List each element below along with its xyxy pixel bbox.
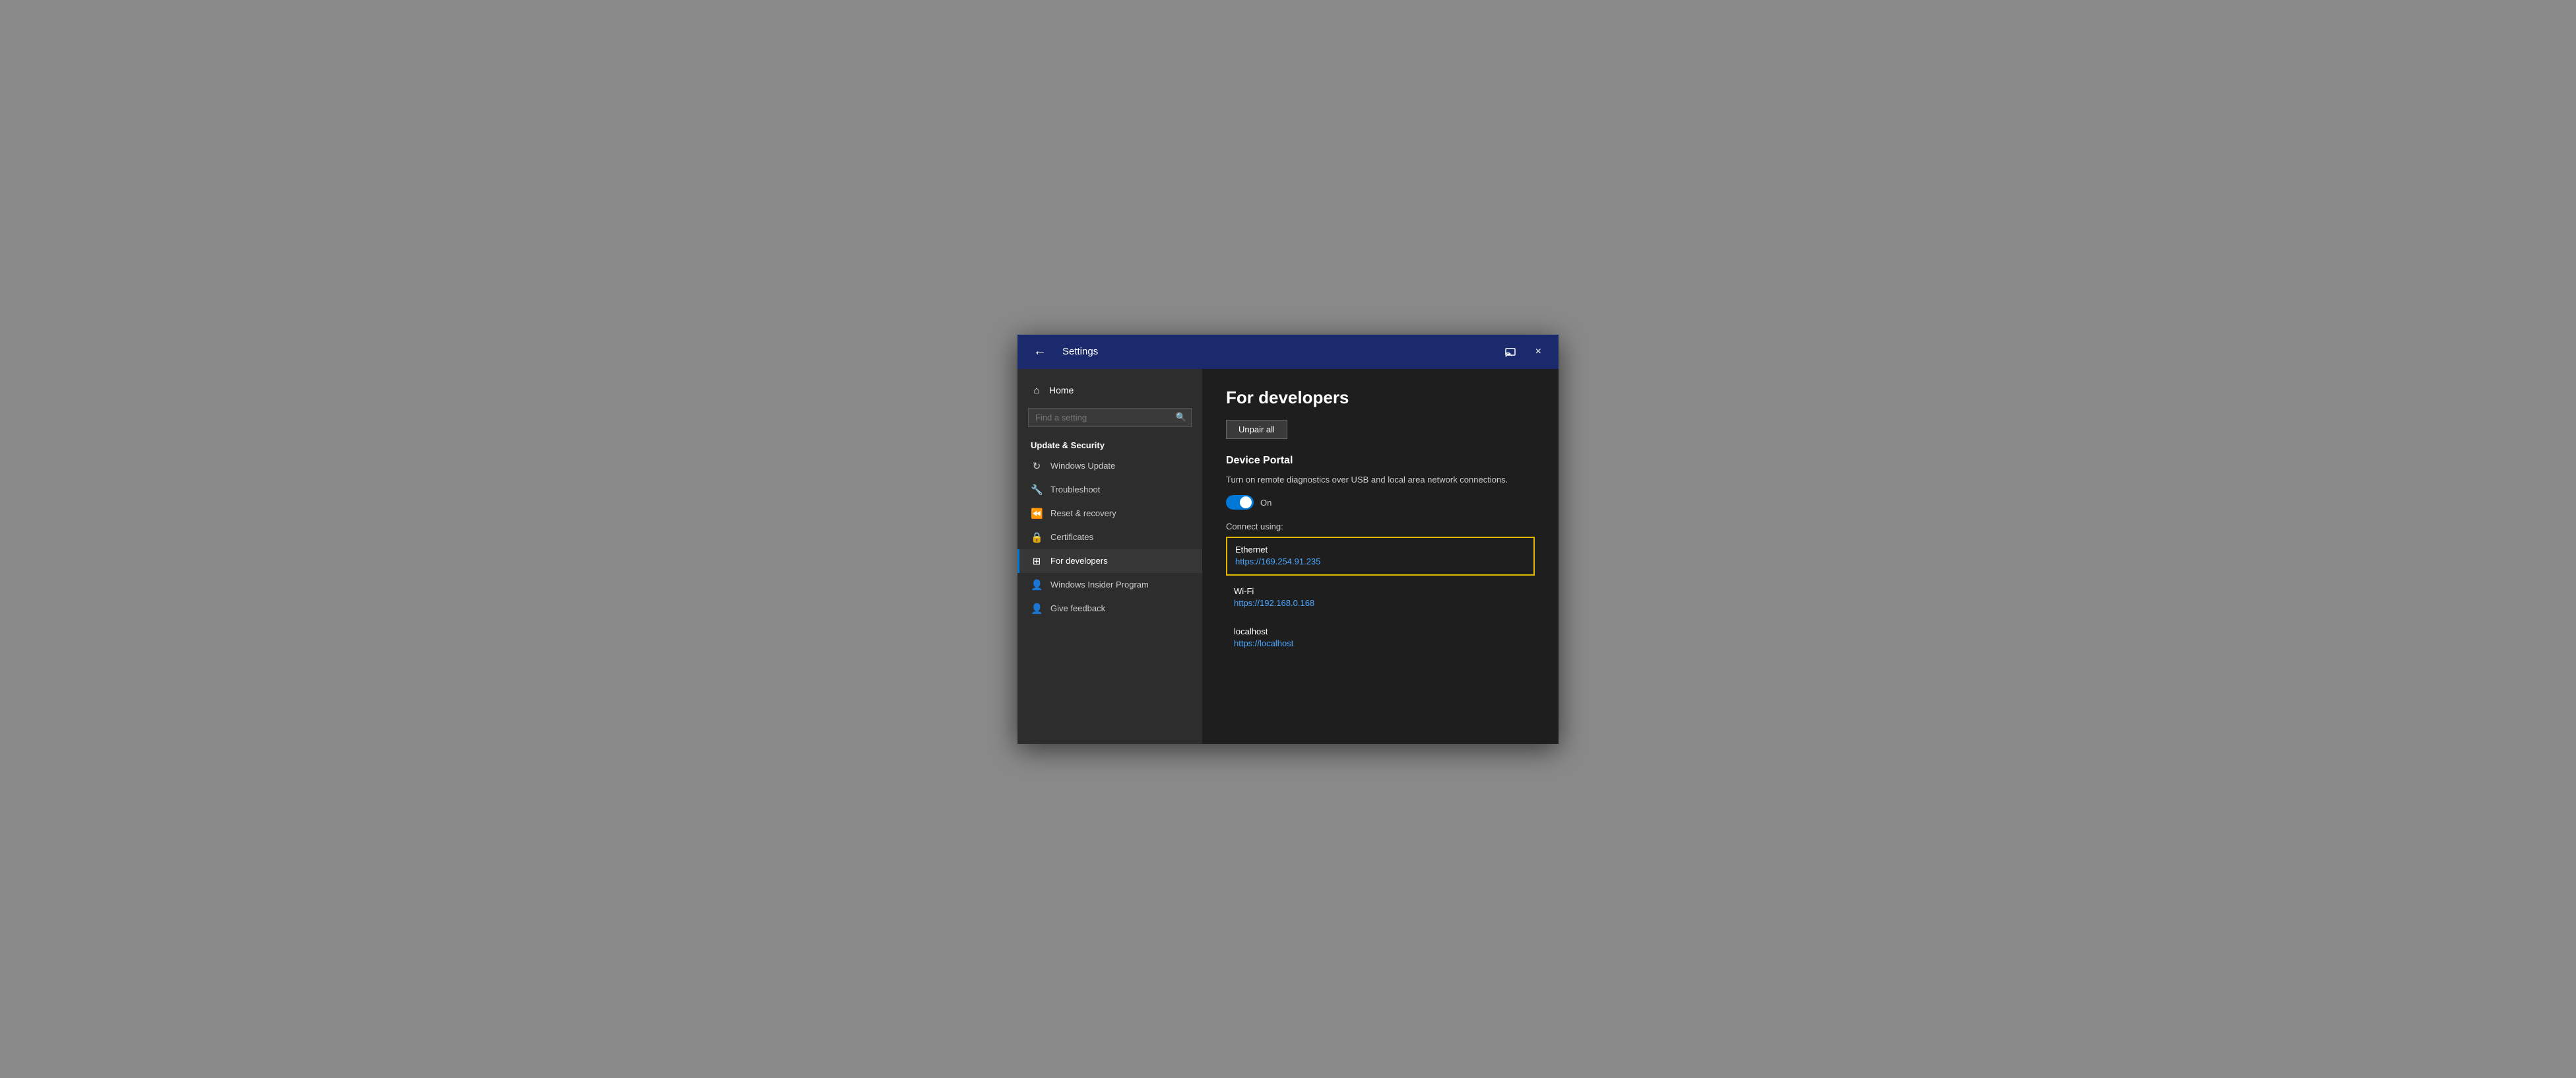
connection-localhost: localhost https://localhost bbox=[1226, 620, 1535, 656]
insider-icon: 👤 bbox=[1031, 579, 1043, 591]
localhost-url[interactable]: https://localhost bbox=[1234, 638, 1293, 648]
window-body: ⌂ Home 🔍 Update & Security ↻ Windows Upd… bbox=[1017, 369, 1559, 744]
cast-icon bbox=[1505, 346, 1517, 358]
back-button[interactable]: ← bbox=[1028, 341, 1052, 362]
sidebar-item-label: Troubleshoot bbox=[1050, 485, 1100, 494]
feedback-icon: 👤 bbox=[1031, 603, 1043, 615]
sidebar-item-troubleshoot[interactable]: 🔧 Troubleshoot bbox=[1017, 478, 1202, 502]
sidebar-item-certificates[interactable]: 🔒 Certificates bbox=[1017, 525, 1202, 549]
diagnostics-toggle[interactable] bbox=[1226, 495, 1254, 510]
ethernet-name: Ethernet bbox=[1235, 545, 1526, 555]
home-label: Home bbox=[1049, 385, 1074, 395]
settings-window: ← Settings × ⌂ Home 🔍 bbox=[1017, 335, 1559, 744]
sidebar-section-label: Update & Security bbox=[1017, 434, 1202, 454]
localhost-name: localhost bbox=[1234, 626, 1527, 636]
reset-icon: ⏪ bbox=[1031, 508, 1043, 520]
main-content: For developers Unpair all Device Portal … bbox=[1202, 369, 1559, 744]
sidebar-item-windows-insider[interactable]: 👤 Windows Insider Program bbox=[1017, 573, 1202, 597]
connect-label: Connect using: bbox=[1226, 522, 1535, 531]
device-portal-description: Turn on remote diagnostics over USB and … bbox=[1226, 473, 1535, 487]
sidebar-item-reset-recovery[interactable]: ⏪ Reset & recovery bbox=[1017, 502, 1202, 525]
device-portal-title: Device Portal bbox=[1226, 455, 1535, 467]
certificates-icon: 🔒 bbox=[1031, 531, 1043, 543]
toggle-row: On bbox=[1226, 495, 1535, 510]
developers-icon: ⊞ bbox=[1031, 555, 1043, 567]
sidebar-item-label: Reset & recovery bbox=[1050, 508, 1116, 518]
sidebar-item-windows-update[interactable]: ↻ Windows Update bbox=[1017, 454, 1202, 478]
toggle-label: On bbox=[1260, 498, 1272, 508]
search-input[interactable] bbox=[1028, 408, 1192, 427]
sidebar: ⌂ Home 🔍 Update & Security ↻ Windows Upd… bbox=[1017, 369, 1202, 744]
close-button[interactable]: × bbox=[1529, 343, 1548, 360]
sidebar-item-home[interactable]: ⌂ Home bbox=[1017, 380, 1202, 401]
search-icon: 🔍 bbox=[1176, 412, 1186, 422]
titlebar: ← Settings × bbox=[1017, 335, 1559, 369]
wifi-name: Wi-Fi bbox=[1234, 586, 1527, 596]
windows-update-icon: ↻ bbox=[1031, 460, 1043, 472]
toggle-knob bbox=[1240, 496, 1252, 508]
connection-wifi: Wi-Fi https://192.168.0.168 bbox=[1226, 580, 1535, 616]
troubleshoot-icon: 🔧 bbox=[1031, 484, 1043, 496]
home-icon: ⌂ bbox=[1031, 385, 1043, 396]
titlebar-controls: × bbox=[1498, 343, 1548, 360]
sidebar-item-for-developers[interactable]: ⊞ For developers bbox=[1017, 549, 1202, 573]
cast-button[interactable] bbox=[1498, 343, 1524, 360]
connection-ethernet: Ethernet https://169.254.91.235 bbox=[1226, 537, 1535, 576]
sidebar-item-label: Windows Insider Program bbox=[1050, 580, 1149, 590]
page-title: For developers bbox=[1226, 387, 1535, 408]
wifi-url[interactable]: https://192.168.0.168 bbox=[1234, 598, 1314, 608]
sidebar-item-label: For developers bbox=[1050, 556, 1108, 566]
ethernet-url[interactable]: https://169.254.91.235 bbox=[1235, 556, 1320, 566]
sidebar-item-label: Give feedback bbox=[1050, 603, 1105, 613]
sidebar-item-label: Windows Update bbox=[1050, 461, 1115, 471]
search-box: 🔍 bbox=[1028, 408, 1192, 427]
sidebar-item-label: Certificates bbox=[1050, 532, 1093, 542]
unpair-all-button[interactable]: Unpair all bbox=[1226, 420, 1287, 439]
window-title: Settings bbox=[1062, 346, 1498, 357]
sidebar-item-give-feedback[interactable]: 👤 Give feedback bbox=[1017, 597, 1202, 621]
